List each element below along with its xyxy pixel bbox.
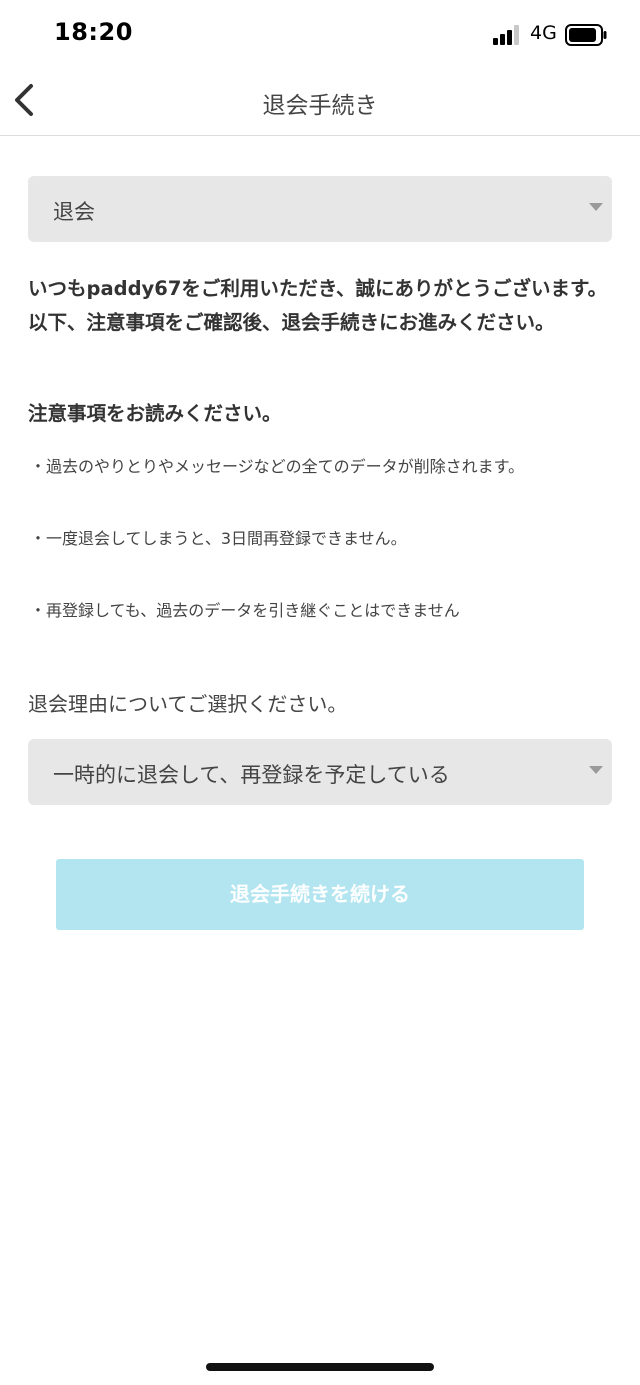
reason-label: 退会理由についてご選択ください。: [28, 692, 348, 716]
caret-down-icon: [589, 766, 603, 774]
page-title: 退会手続き: [262, 93, 378, 119]
notice-item: ・再登録しても、過去のデータを引き継ぐことはできません: [30, 601, 460, 620]
intro-text: いつもpaddy67をご利用いただき、誠にありがとうございます。 以下、注意事項…: [28, 277, 608, 334]
withdraw-type-value: 退会: [53, 200, 95, 224]
notice-item: ・過去のやりとりやメッセージなどの全てのデータが削除されます。: [30, 457, 525, 476]
caret-down-icon: [589, 203, 603, 211]
reason-select[interactable]: 一時的に退会して、再登録を予定している: [28, 739, 612, 805]
home-indicator: [206, 1363, 434, 1371]
continue-withdrawal-button[interactable]: 退会手続きを続ける: [56, 859, 584, 930]
nav-bar: 退会手続き: [0, 70, 640, 136]
notice-heading: 注意事項をお読みください。: [28, 402, 282, 425]
network-label: 4G: [530, 22, 557, 44]
status-bar: 18:20 4G: [0, 0, 640, 70]
notice-item: ・一度退会してしまうと、3日間再登録できません。: [30, 529, 407, 548]
reason-select-value: 一時的に退会して、再登録を予定している: [53, 763, 450, 787]
withdraw-type-select[interactable]: 退会: [28, 176, 612, 242]
battery-icon: [565, 24, 607, 46]
cellular-signal-icon: [493, 25, 519, 45]
screen: 18:20 4G 退会手続き 退会 いつもpaddy67をご利用いただき、誠にあ…: [0, 0, 640, 1385]
status-time: 18:20: [54, 18, 133, 46]
